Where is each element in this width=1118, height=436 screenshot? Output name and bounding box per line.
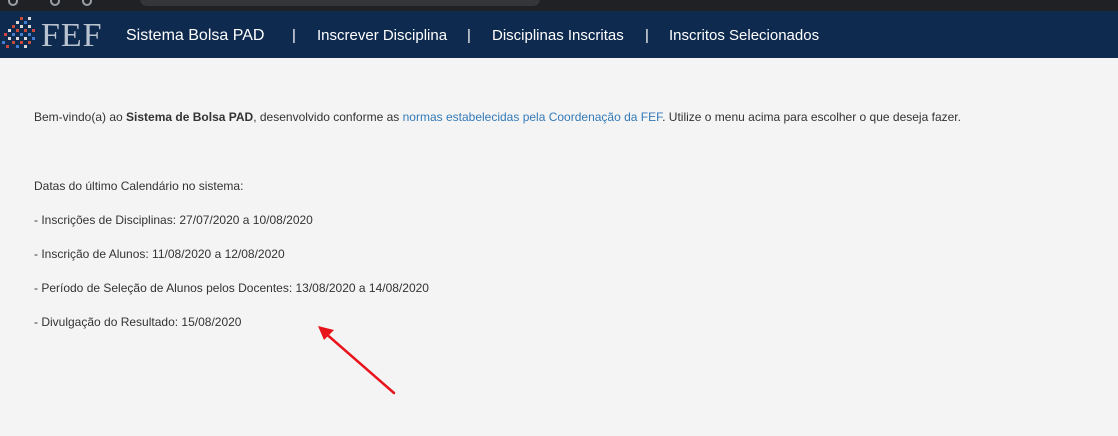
annotation-arrow-icon — [318, 326, 396, 395]
nav-item-inscrever-disciplina[interactable]: Inscrever Disciplina — [317, 11, 447, 58]
reload-icon[interactable] — [82, 0, 92, 6]
welcome-system-name: Sistema de Bolsa PAD — [126, 110, 254, 124]
calendar-heading: Datas do último Calendário no sistema: — [34, 179, 244, 193]
calendar-entry-inscricoes-disciplinas: - Inscrições de Disciplinas: 27/07/2020 … — [34, 213, 313, 227]
forward-icon[interactable] — [50, 0, 60, 6]
nav-item-disciplinas-inscritas[interactable]: Disciplinas Inscritas — [492, 11, 624, 58]
logo-text: FEF — [41, 17, 103, 54]
calendar-entry-inscricao-alunos: - Inscrição de Alunos: 11/08/2020 a 12/0… — [34, 247, 285, 261]
top-navbar: FEF Sistema Bolsa PAD | Inscrever Discip… — [0, 11, 1118, 58]
welcome-paragraph: Bem-vindo(a) ao Sistema de Bolsa PAD, de… — [34, 110, 961, 124]
nav-separator: | — [292, 27, 296, 44]
welcome-suffix: . Utilize o menu acima para escolher o q… — [662, 110, 961, 124]
nav-separator: | — [467, 27, 471, 44]
browser-toolbar — [0, 0, 1118, 11]
brand-title[interactable]: Sistema Bolsa PAD — [126, 11, 264, 58]
address-bar[interactable] — [140, 0, 540, 6]
nav-separator: | — [645, 27, 649, 44]
calendar-entry-divulgacao-resultado: - Divulgação do Resultado: 15/08/2020 — [34, 315, 242, 329]
nav-item-inscritos-selecionados[interactable]: Inscritos Selecionados — [669, 11, 819, 58]
normas-link[interactable]: normas estabelecidas pela Coordenação da… — [403, 110, 663, 124]
back-icon[interactable] — [8, 0, 18, 6]
calendar-entry-periodo-selecao: - Período de Seleção de Alunos pelos Doc… — [34, 281, 429, 295]
welcome-prefix: Bem-vindo(a) ao — [34, 110, 127, 124]
fef-logo[interactable]: FEF — [0, 11, 112, 58]
welcome-middle: , desenvolvido conforme as — [253, 110, 403, 124]
